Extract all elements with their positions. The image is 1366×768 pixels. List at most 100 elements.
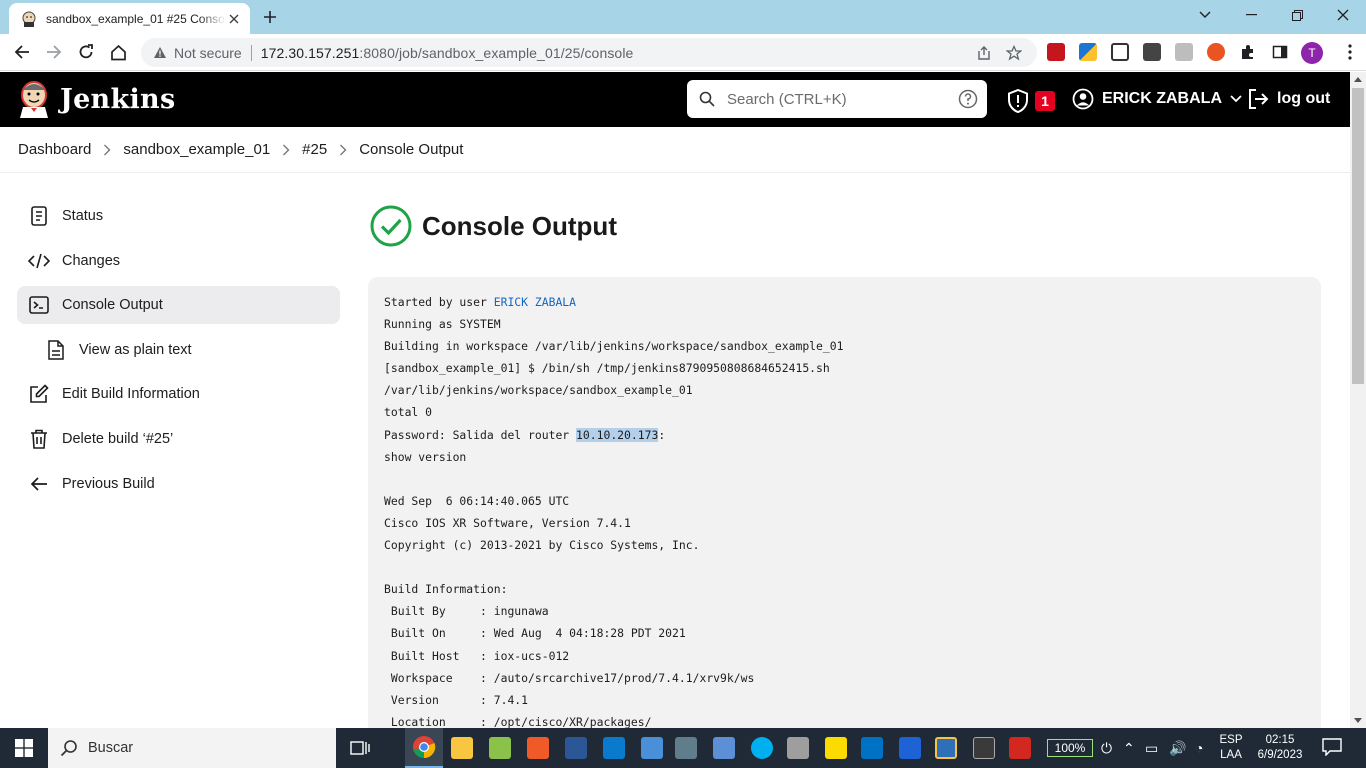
taskbar: Buscar 100% ⏻ ⌃ ▭ 🔊 ◔ ESP LAA 02:15 6/9/20… [0,728,1366,768]
jenkins-favicon-icon [22,11,36,27]
address-bar[interactable]: Not secure 172.30.157.251:8080/job/sandb… [141,38,1037,67]
chevron-right-icon[interactable] [103,144,111,156]
outlook-taskbar-icon[interactable] [853,728,891,768]
battery-tray-icon[interactable]: ▭ [1145,740,1158,757]
sidebar-item-edit-build-information[interactable]: Edit Build Information [17,375,340,413]
tool-extension-icon[interactable] [1111,43,1129,61]
tab-close-icon[interactable] [226,11,242,27]
breadcrumb-dashboard[interactable]: Dashboard [18,141,91,158]
extensions-puzzle-icon[interactable] [1239,43,1257,61]
browser-toolbar: Not secure 172.30.157.251:8080/job/sandb… [0,34,1366,71]
color-extension-icon[interactable] [1079,43,1097,61]
side-panel-icon[interactable] [1271,43,1289,61]
sublime-taskbar-icon[interactable] [519,728,557,768]
vscode-taskbar-icon[interactable] [595,728,633,768]
breadcrumb-console-output[interactable]: Console Output [359,141,463,158]
breadcrumb-build[interactable]: #25 [302,141,327,158]
back-icon[interactable] [8,38,36,66]
task-view-icon[interactable] [341,728,379,768]
jenkins-logo[interactable]: Jenkins [18,80,175,118]
bookmark-star-icon[interactable] [1005,44,1023,62]
battery-indicator[interactable]: 100% [1047,739,1093,757]
volume-icon[interactable]: 🔊 [1169,740,1186,757]
code-app-taskbar-icon[interactable] [891,728,929,768]
power-plug-icon[interactable]: ⏻ [1101,740,1112,757]
console-line: Build Information: [384,582,508,597]
chevron-right-icon[interactable] [282,144,290,156]
close-window-icon[interactable] [1320,0,1366,30]
device-manager-taskbar-icon[interactable] [779,728,817,768]
taskbar-search[interactable]: Buscar [48,728,336,768]
help-icon[interactable] [958,89,978,109]
sidebar-item-label: Changes [62,252,121,269]
scroll-up-icon[interactable] [1354,77,1362,82]
console-line: Building in workspace /var/lib/jenkins/w… [384,339,844,354]
notifications-icon[interactable] [1322,738,1342,761]
console-line: Built By : ingunawa [384,604,549,619]
security-warnings[interactable]: 1 [1007,89,1055,113]
console-line: Workspace : /auto/srcarchive17/prod/7.4.… [384,670,755,685]
tab-search-chevron-icon[interactable] [1182,0,1228,30]
clock[interactable]: 02:15 6/9/2023 [1254,733,1306,763]
remote-app-taskbar-icon[interactable] [705,728,743,768]
url-text[interactable]: 172.30.157.251:8080/job/sandbox_example_… [261,45,634,61]
code-icon [28,250,50,272]
calc-extension-icon[interactable] [1143,43,1161,61]
sidebar-item-view-plain-text[interactable]: View as plain text [17,331,340,369]
sidebar-item-label: Status [62,208,104,224]
address-separator [250,44,252,61]
sidebar-item-changes[interactable]: Changes [17,242,340,280]
jenkins-butler-icon [20,81,48,118]
acrobat-taskbar-icon[interactable] [1001,728,1039,768]
console-started-prefix: Started by user [384,295,494,309]
virtualbox-taskbar-icon[interactable] [927,728,965,768]
duckduckgo-extension-icon[interactable] [1207,43,1225,61]
page-scrollbar[interactable] [1350,72,1366,728]
word-taskbar-icon[interactable] [557,728,595,768]
pdf-extension-icon[interactable] [1047,43,1065,61]
search-input[interactable]: Search (CTRL+K) [727,91,958,108]
file-explorer-taskbar-icon[interactable] [443,728,481,768]
sidebar: Status Changes Console Output View as pl… [17,197,340,509]
minimize-icon[interactable] [1228,0,1274,30]
restore-icon[interactable] [1274,0,1320,30]
server-app-taskbar-icon[interactable] [667,728,705,768]
input-language[interactable]: ESP LAA [1218,733,1244,763]
menu-kebab-icon[interactable] [1341,43,1359,61]
taskbar-search-input[interactable]: Buscar [88,740,133,756]
breadcrumb-job[interactable]: sandbox_example_01 [123,141,270,158]
wifi-icon[interactable]: ◔ [1195,740,1203,756]
sidebar-item-console-output[interactable]: Console Output [17,286,340,325]
home-icon[interactable] [104,38,132,66]
logout-link[interactable]: log out [1247,88,1330,110]
reload-icon[interactable] [72,38,100,66]
search-box[interactable]: Search (CTRL+K) [687,80,987,118]
sidebar-item-previous-build[interactable]: Previous Build [17,465,340,503]
sidebar-item-delete-build[interactable]: Delete build ‘#25’ [17,420,340,458]
share-icon[interactable] [975,44,993,62]
started-by-user-link[interactable]: ERICK ZABALA [494,295,576,309]
not-secure-label[interactable]: Not secure [174,45,242,61]
image-extension-icon[interactable] [1175,43,1193,61]
user-menu[interactable]: ERICK ZABALA [1072,88,1242,110]
windows-start-icon[interactable] [0,728,48,768]
notepadpp-taskbar-icon[interactable] [481,728,519,768]
skype-taskbar-icon[interactable] [743,728,781,768]
console-line: Cisco IOS XR Software, Version 7.4.1 [384,515,631,530]
profile-avatar[interactable]: T [1301,42,1323,64]
chevron-up-icon[interactable]: ⌃ [1123,740,1135,757]
chrome-taskbar-icon[interactable] [405,728,443,768]
warning-icon[interactable] [153,46,167,59]
forward-icon[interactable] [40,38,68,66]
page-title: Console Output [422,210,617,241]
new-tab-icon[interactable] [259,6,281,28]
chevron-right-icon[interactable] [339,144,347,156]
lang-code: ESP [1219,734,1243,746]
scrollbar-thumb[interactable] [1352,88,1364,384]
scroll-down-icon[interactable] [1354,718,1362,723]
sticky-notes-taskbar-icon[interactable] [817,728,855,768]
browser-tab[interactable]: sandbox_example_01 #25 Console Output [J… [9,3,250,34]
terminal-app-taskbar-icon[interactable] [965,728,1003,768]
sidebar-item-status[interactable]: Status [17,197,340,235]
network-app-taskbar-icon[interactable] [633,728,671,768]
